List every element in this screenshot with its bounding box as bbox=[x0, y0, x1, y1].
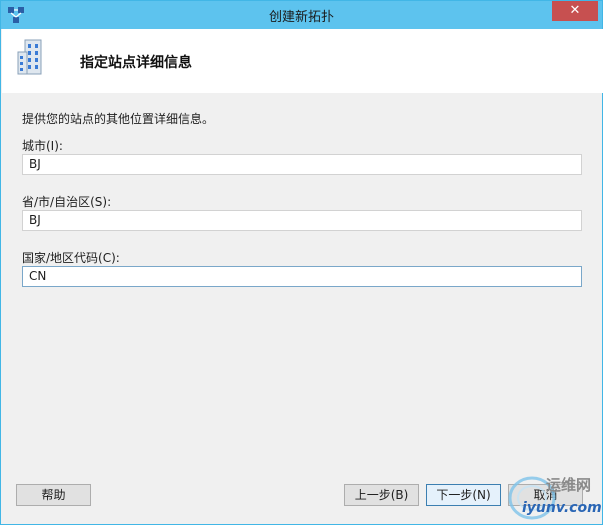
watermark-text-url: iyunv.com bbox=[522, 500, 602, 516]
watermark-text-cn: 运维网 bbox=[546, 476, 592, 494]
close-icon: ✕ bbox=[569, 3, 581, 18]
wizard-header: 指定站点详细信息 bbox=[2, 29, 603, 93]
building-icon bbox=[17, 39, 42, 75]
next-button[interactable]: 下一步(N) bbox=[426, 484, 501, 506]
country-label: 国家/地区代码(C): bbox=[22, 251, 120, 265]
city-label: 城市(I): bbox=[22, 139, 63, 153]
state-field[interactable]: BJ bbox=[22, 210, 582, 231]
page-title: 指定站点详细信息 bbox=[80, 55, 192, 71]
form-description: 提供您的站点的其他位置详细信息。 bbox=[22, 112, 215, 126]
watermark: 运维网 iyunv.com bbox=[502, 466, 602, 524]
title-bar[interactable]: 创建新拓扑 ✕ bbox=[1, 1, 602, 29]
close-button[interactable]: ✕ bbox=[552, 1, 598, 21]
help-button[interactable]: 帮助 bbox=[16, 484, 91, 506]
back-button[interactable]: 上一步(B) bbox=[344, 484, 419, 506]
country-code-field[interactable]: CN bbox=[22, 266, 582, 287]
window-title: 创建新拓扑 bbox=[268, 10, 334, 25]
dialog-window: 创建新拓扑 ✕ 指定站点详细信息 提供您的站点的其他位置详细信息。 城市(I):… bbox=[0, 0, 603, 525]
city-field[interactable]: BJ bbox=[22, 154, 582, 175]
state-label: 省/市/自治区(S): bbox=[22, 195, 112, 209]
